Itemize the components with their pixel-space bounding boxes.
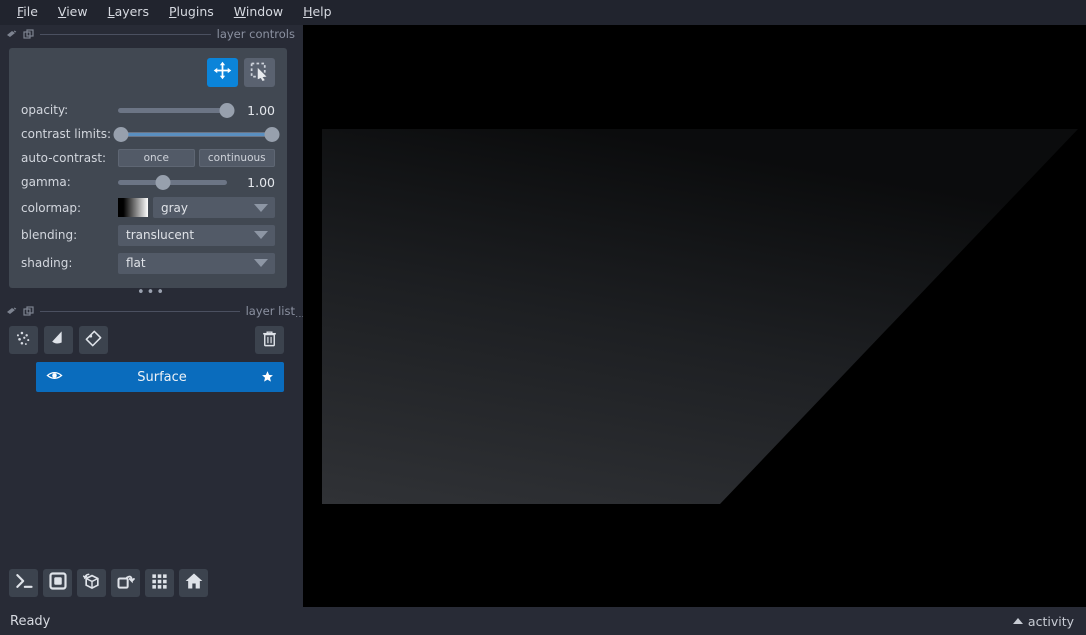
contrast-limits-high-handle[interactable]	[264, 126, 280, 142]
chevron-down-icon	[254, 259, 268, 267]
new-points-layer-button[interactable]	[9, 326, 38, 354]
auto-contrast-label: auto-contrast:	[21, 151, 107, 165]
gamma-slider-handle[interactable]	[155, 174, 171, 190]
status-message: Ready	[10, 613, 51, 629]
list-item[interactable]: Surface	[36, 362, 284, 392]
toggle-grid-button[interactable]	[145, 569, 174, 597]
blending-dropdown[interactable]: translucent	[118, 224, 275, 246]
shading-label: shading:	[21, 256, 73, 270]
layer-buttons-row	[0, 320, 303, 358]
colormap-dropdown[interactable]: gray	[153, 197, 275, 218]
contrast-limits-label: contrast limits:	[21, 127, 111, 141]
trash-icon	[260, 329, 279, 352]
layer-controls: opacity: 1.00 contrast limits: auto-cont…	[9, 48, 287, 288]
layer-name: Surface	[137, 369, 187, 385]
colormap-row: colormap: gray	[21, 195, 275, 220]
opacity-slider[interactable]	[118, 101, 235, 119]
gamma-row: gamma: 1.00	[21, 171, 275, 193]
move-icon	[212, 60, 233, 85]
contrast-limits-fill	[121, 132, 272, 136]
chevron-down-icon	[254, 203, 268, 212]
pan-zoom-button[interactable]	[207, 58, 238, 87]
auto-contrast-once-button[interactable]: once	[118, 149, 195, 167]
menu-item-layers[interactable]: Layers	[99, 3, 158, 22]
layer-buttons-spacer	[114, 326, 249, 354]
home-icon	[184, 571, 204, 595]
colormap-value: gray	[161, 200, 189, 215]
menu-item-file[interactable]: File	[8, 3, 47, 22]
layer-list-dock-title: layer list ⋮	[0, 302, 304, 321]
gamma-label: gamma:	[21, 175, 71, 189]
visibility-eye-icon[interactable]	[46, 367, 63, 388]
menu-item-help[interactable]: Help	[294, 3, 341, 22]
viewer-canvas[interactable]	[303, 25, 1086, 607]
new-labels-layer-button[interactable]	[79, 326, 108, 354]
transpose-dimensions-button[interactable]	[111, 569, 140, 597]
float-dock-icon[interactable]	[6, 306, 17, 317]
gamma-slider[interactable]	[118, 173, 227, 191]
cube-roll-icon	[82, 571, 102, 595]
chevron-down-icon	[254, 231, 268, 239]
mode-button-group	[21, 58, 275, 87]
layer-controls-dock-title: layer controls	[0, 25, 303, 43]
roll-dimensions-button[interactable]	[77, 569, 106, 597]
gamma-slider-track	[118, 179, 227, 185]
float-dock-icon[interactable]	[6, 29, 17, 40]
dock-title-rule	[40, 310, 240, 312]
auto-contrast-continuous-button[interactable]: continuous	[198, 149, 275, 167]
star-icon	[261, 368, 274, 387]
toggle-ndisplay-button[interactable]	[43, 569, 72, 597]
layer-controls-title-text: layer controls	[216, 27, 295, 41]
status-bar: Ready activity	[0, 607, 1086, 635]
activity-label: activity	[1027, 613, 1074, 629]
grid-icon	[150, 572, 169, 595]
menu-item-window[interactable]: Window	[225, 3, 292, 22]
reset-view-button[interactable]	[179, 569, 208, 597]
opacity-label: opacity:	[21, 103, 69, 117]
opacity-slider-track	[118, 107, 227, 113]
contrast-limits-row: contrast limits:	[21, 123, 280, 145]
points-icon	[14, 329, 33, 352]
left-dock-panel: layer controls opacity: 1.00 contrast li…	[0, 25, 304, 607]
dock-splitter-handle[interactable]: •••	[0, 286, 303, 302]
shading-row: shading: flat	[21, 250, 275, 276]
shading-value: flat	[126, 256, 146, 270]
opacity-value: 1.00	[247, 102, 275, 118]
colormap-swatch	[118, 198, 148, 217]
transform-button[interactable]	[244, 58, 275, 87]
transpose-icon	[116, 571, 136, 595]
surface-layer-render	[322, 129, 1078, 504]
contrast-limits-slider[interactable]	[113, 125, 280, 143]
dock-resize-grip[interactable]: ⋮	[294, 312, 304, 321]
gamma-value: 1.00	[247, 174, 275, 190]
transform-select-icon	[249, 60, 270, 85]
labels-tag-icon	[84, 329, 103, 352]
blending-value: translucent	[126, 228, 195, 242]
layer-list-title-text: layer list	[245, 304, 295, 318]
blending-row: blending: translucent	[21, 222, 275, 248]
opacity-row: opacity: 1.00	[21, 99, 275, 121]
menu-item-plugins[interactable]: Plugins	[160, 3, 223, 22]
undock-icon[interactable]	[23, 28, 34, 40]
opacity-slider-handle[interactable]	[219, 102, 235, 118]
square-2d-icon	[48, 571, 68, 595]
chevron-up-icon	[1012, 618, 1023, 624]
blending-label: blending:	[21, 228, 78, 242]
viewer-toolbar	[9, 569, 208, 597]
undock-icon[interactable]	[23, 305, 34, 317]
menu-item-view[interactable]: View	[49, 3, 97, 22]
delete-layer-button[interactable]	[255, 326, 284, 354]
auto-contrast-row: auto-contrast: once continuous	[21, 147, 275, 169]
main-split: layer controls opacity: 1.00 contrast li…	[0, 25, 1086, 607]
colormap-label: colormap:	[21, 200, 82, 215]
console-button[interactable]	[9, 569, 38, 597]
dock-title-rule	[40, 33, 211, 35]
contrast-limits-low-handle[interactable]	[113, 126, 129, 142]
shading-dropdown[interactable]: flat	[118, 252, 275, 274]
new-shapes-layer-button[interactable]	[44, 326, 73, 354]
menu-bar: File View Layers Plugins Window Help	[0, 0, 1086, 25]
terminal-icon	[14, 571, 34, 595]
activity-button[interactable]: activity	[1012, 613, 1074, 629]
shapes-icon	[49, 329, 68, 352]
